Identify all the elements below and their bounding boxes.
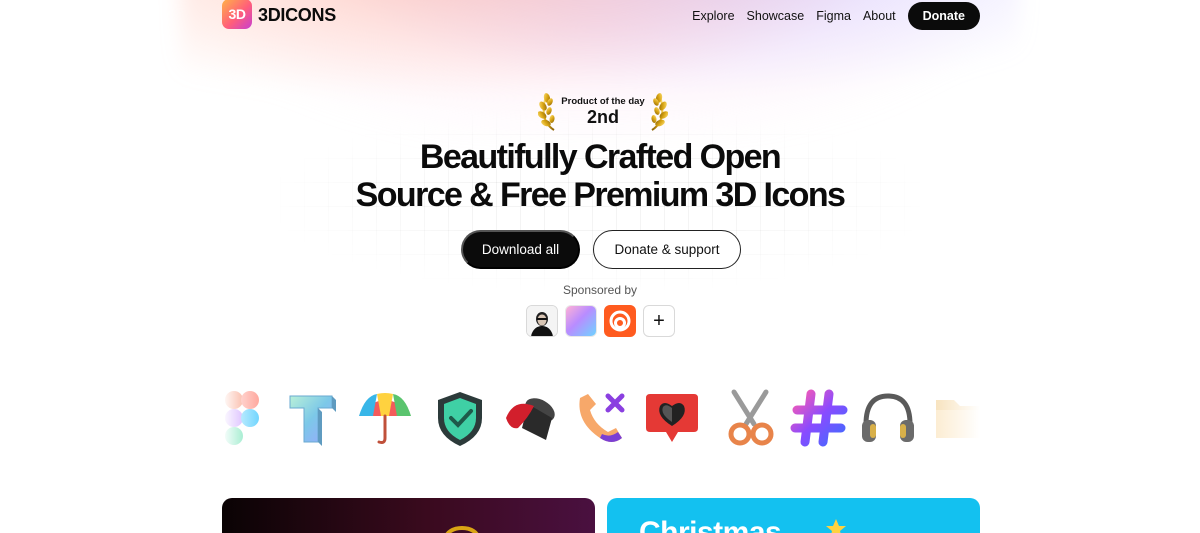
heart-notification-icon[interactable] [642,388,702,448]
sponsor-orange-logo[interactable] [604,305,636,337]
star-icon [826,519,846,533]
download-all-button[interactable]: Download all [461,230,580,269]
nav-links: Explore Showcase Figma About Donate [692,2,980,30]
hashtag-icon[interactable] [789,388,849,448]
brand-name: 3DICONS [258,4,336,25]
umbrella-icon[interactable] [355,388,415,448]
nav-link-about[interactable]: About [863,9,896,23]
feature-card-christmas[interactable]: Christmas [607,498,980,533]
headline-line-1: Beautifully Crafted Open [419,138,782,176]
nav-link-showcase[interactable]: Showcase [747,9,805,23]
strip-fade-right [920,368,980,466]
sponsor-person-avatar[interactable] [526,305,558,337]
sponsor-list: + [526,305,675,337]
paint-bucket-icon[interactable] [502,388,562,448]
person-avatar-icon [527,306,557,336]
laurel-icon [651,93,668,131]
sponsor-gradient-logo[interactable] [565,305,597,337]
gold-ring-icon [445,526,479,533]
headphones-icon[interactable] [858,388,918,448]
top-nav: 3D 3DICONS Explore Showcase Figma About … [222,0,980,32]
brand-logo[interactable]: 3D 3DICONS [222,0,336,29]
hero-headline: Beautifully Crafted Open Source & Free P… [300,138,900,214]
text-t-icon[interactable] [282,388,342,448]
add-sponsor-button[interactable]: + [643,305,675,337]
icon-showcase-strip [222,368,980,466]
donate-support-button[interactable]: Donate & support [593,230,741,269]
headline-line-2: Source & Free Premium 3D Icons [355,176,846,214]
christmas-card-title: Christmas [639,516,782,533]
shield-check-icon[interactable] [430,388,490,448]
phone-call-icon[interactable] [572,388,632,448]
strip-fade-left [222,368,282,466]
cta-row: Download all Donate & support [461,230,741,269]
orange-ring-icon [609,310,631,332]
scissors-icon[interactable] [720,388,780,448]
nav-link-explore[interactable]: Explore [692,9,734,23]
logo-mark: 3D [222,0,252,29]
donate-button[interactable]: Donate [907,2,980,30]
nav-link-figma[interactable]: Figma [816,9,851,23]
product-of-the-day-badge[interactable]: Product of the day 2nd [538,90,668,134]
feature-card-dark[interactable] [222,498,595,533]
sponsored-by-label: Sponsored by [562,283,638,297]
